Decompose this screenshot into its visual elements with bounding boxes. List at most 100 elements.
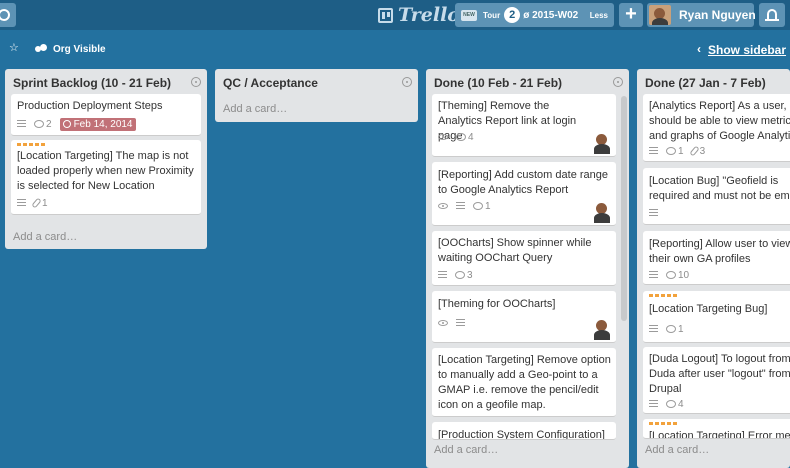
list-menu-icon[interactable] bbox=[613, 77, 623, 87]
card[interactable]: [Reporting] Allow user to view their own… bbox=[643, 231, 790, 285]
org-icon bbox=[35, 44, 47, 54]
clock-icon bbox=[62, 120, 71, 128]
add-card-link[interactable]: Add a card… bbox=[645, 444, 709, 456]
attachment-icon bbox=[688, 145, 700, 157]
card-title: Production Deployment Steps bbox=[17, 100, 163, 112]
list-qc-acceptance: QC / Acceptance Add a card… bbox=[215, 69, 418, 122]
card[interactable]: [Location Targeting Bug] 1 bbox=[643, 291, 790, 343]
logo-text: Trello bbox=[398, 4, 460, 26]
card-badges: 1 bbox=[649, 323, 692, 335]
card[interactable]: [Duda Logout] To logout from Duda after … bbox=[643, 347, 790, 414]
board-switcher[interactable]: NEW Tour 2 ø 2015-W02 Less bbox=[455, 3, 614, 27]
card[interactable]: [Production System Configuration] bbox=[432, 422, 616, 440]
attachment-badge: 1 bbox=[31, 197, 48, 209]
board-name: ø 2015-W02 bbox=[523, 9, 579, 21]
card-member-avatar[interactable] bbox=[591, 131, 613, 153]
trello-board-icon bbox=[378, 7, 393, 23]
top-header: Trello NEW Tour 2 ø 2015-W02 Less + Ryan… bbox=[0, 0, 790, 30]
user-menu-button[interactable]: Ryan Nguyen bbox=[647, 3, 756, 27]
comment-icon bbox=[455, 271, 465, 279]
card-title: [Location Targeting] The map is not load… bbox=[17, 150, 194, 192]
label-stripe bbox=[649, 422, 679, 425]
card-title: [OOCharts] Show spinner while waiting OO… bbox=[438, 237, 592, 264]
less-toggle[interactable]: Less bbox=[590, 11, 608, 20]
add-card-link[interactable]: Add a card… bbox=[434, 444, 498, 456]
list-menu-icon[interactable] bbox=[191, 77, 201, 87]
card-title: [Location Targeting] Error message bbox=[649, 430, 790, 439]
tour-badge: 2 bbox=[504, 7, 521, 23]
comment-badge: 1 bbox=[666, 324, 684, 335]
list-done-10-feb: Done (10 Feb - 21 Feb) [Theming] Remove … bbox=[426, 69, 629, 468]
description-icon bbox=[456, 319, 465, 327]
card-badges: 1 3 bbox=[649, 145, 713, 157]
card[interactable]: [Location Targeting] The map is not load… bbox=[11, 140, 201, 215]
card-badges: 1 bbox=[17, 197, 56, 209]
star-icon[interactable]: ☆ bbox=[9, 43, 19, 54]
boards-button[interactable] bbox=[0, 3, 16, 27]
comment-icon bbox=[666, 147, 676, 155]
list-title[interactable]: Done (10 Feb - 21 Feb) bbox=[434, 76, 562, 90]
card-member-avatar[interactable] bbox=[591, 200, 613, 222]
description-icon bbox=[649, 209, 658, 217]
comment-icon bbox=[666, 325, 676, 333]
description-icon bbox=[17, 120, 26, 128]
description-icon bbox=[649, 400, 658, 408]
comment-badge: 4 bbox=[666, 399, 684, 410]
description-icon bbox=[649, 271, 658, 279]
board-thumbnail-icon: NEW bbox=[461, 9, 477, 21]
card-title: [Location Targeting Bug] bbox=[649, 303, 768, 315]
visibility-button[interactable]: Org Visible bbox=[53, 44, 106, 55]
comment-badge: 10 bbox=[666, 270, 689, 281]
tour-label: Tour bbox=[483, 10, 501, 20]
comment-icon bbox=[666, 271, 676, 279]
comment-icon bbox=[473, 202, 483, 210]
card[interactable]: [Theming for OOCharts] bbox=[432, 291, 616, 343]
card[interactable]: [Location Targeting] Error message bbox=[643, 419, 790, 439]
list-title[interactable]: Sprint Backlog (10 - 21 Feb) bbox=[13, 76, 171, 90]
card[interactable]: [Location Targeting] Remove option to ma… bbox=[432, 348, 616, 417]
comment-icon bbox=[456, 133, 466, 141]
list-title[interactable]: Done (27 Jan - 7 Feb) bbox=[645, 76, 766, 90]
add-button[interactable]: + bbox=[619, 3, 643, 27]
card[interactable]: [Reporting] Add custom date range to Goo… bbox=[432, 162, 616, 226]
comment-icon bbox=[34, 120, 44, 128]
watch-icon bbox=[438, 134, 448, 140]
list-scrollbar[interactable] bbox=[621, 96, 627, 321]
label-stripe bbox=[17, 143, 47, 146]
card[interactable]: [Analytics Report] As a user, I should b… bbox=[643, 94, 790, 162]
trello-logo[interactable]: Trello bbox=[378, 4, 460, 26]
comment-icon bbox=[666, 400, 676, 408]
description-icon bbox=[649, 147, 658, 155]
chevron-left-icon: ‹ bbox=[697, 42, 701, 56]
list-menu-icon[interactable] bbox=[402, 77, 412, 87]
description-icon bbox=[17, 199, 26, 207]
card[interactable]: [Theming] Remove the Analytics Report li… bbox=[432, 94, 616, 157]
card-badges: 1 bbox=[438, 200, 499, 212]
description-icon bbox=[649, 325, 658, 333]
add-card-link[interactable]: Add a card… bbox=[13, 231, 77, 243]
attachment-badge: 3 bbox=[688, 145, 705, 157]
add-card-link[interactable]: Add a card… bbox=[223, 103, 287, 115]
card[interactable]: [Location Bug] "Geofield is required and… bbox=[643, 168, 790, 225]
card-member-avatar[interactable] bbox=[591, 317, 613, 339]
label-stripe bbox=[649, 294, 679, 297]
card-badges: 3 bbox=[438, 269, 481, 281]
card-badges: 4 bbox=[649, 398, 692, 410]
comment-badge: 3 bbox=[455, 270, 473, 281]
card-title: [Location Bug] "Geofield is required and… bbox=[649, 175, 790, 202]
attachment-icon bbox=[31, 197, 42, 209]
card[interactable]: Production Deployment Steps 2 Feb 14, 20… bbox=[11, 94, 201, 136]
card[interactable]: [OOCharts] Show spinner while waiting OO… bbox=[432, 231, 616, 286]
card-title: [Reporting] Allow user to view their own… bbox=[649, 238, 790, 265]
card-title: [Production System Configuration] bbox=[438, 429, 605, 440]
list-sprint-backlog: Sprint Backlog (10 - 21 Feb) Production … bbox=[5, 69, 207, 249]
show-sidebar-link[interactable]: Show sidebar bbox=[708, 43, 786, 57]
list-title[interactable]: QC / Acceptance bbox=[223, 76, 318, 90]
card-title: [Reporting] Add custom date range to Goo… bbox=[438, 169, 608, 196]
card-badges: 10 bbox=[649, 269, 697, 281]
card-badges: 4 bbox=[438, 131, 482, 143]
due-date-badge: Feb 14, 2014 bbox=[59, 117, 136, 131]
notifications-button[interactable] bbox=[759, 3, 785, 27]
board-bar: ☆ Org Visible ‹ Show sidebar bbox=[0, 30, 790, 66]
avatar bbox=[649, 5, 671, 25]
